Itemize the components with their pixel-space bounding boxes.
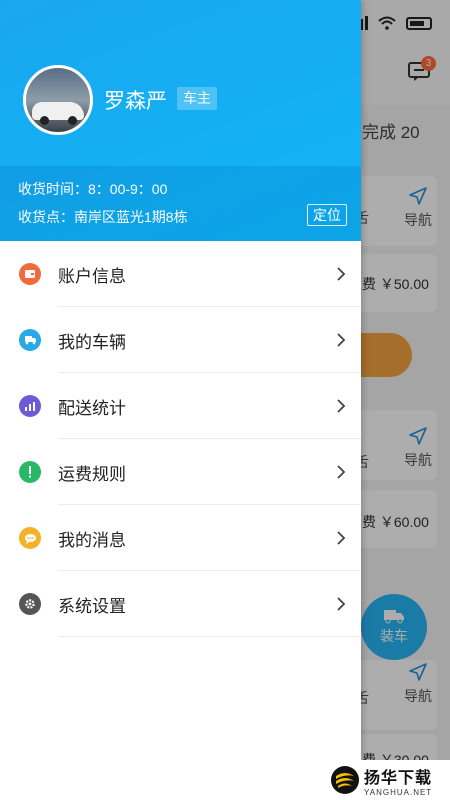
watermark-en: YANGHUA.NET <box>364 787 433 797</box>
locate-button[interactable]: 定位 <box>307 204 347 226</box>
car-photo <box>32 102 84 125</box>
chevron-right-icon <box>337 399 346 413</box>
menu-item-label: 账户信息 <box>58 267 126 286</box>
divider <box>58 636 361 637</box>
watermark-logo: 扬华下载 YANGHUA.NET <box>326 760 450 800</box>
chevron-right-icon <box>337 333 346 347</box>
menu-item-label: 配送统计 <box>58 399 126 418</box>
menu-item-account-info[interactable]: 账户信息 <box>0 241 361 307</box>
exclamation-icon <box>19 461 41 483</box>
chevron-right-icon <box>337 597 346 611</box>
menu-item-system-settings[interactable]: 系统设置 <box>0 571 361 637</box>
drawer-menu: 账户信息 我的车辆 配送统计 运费规则 我的消息 系统设置 <box>0 241 361 637</box>
menu-item-my-messages[interactable]: 我的消息 <box>0 505 361 571</box>
watermark-cn: 扬华下载 <box>364 769 433 787</box>
chevron-right-icon <box>337 267 346 281</box>
chat-bubble-icon <box>19 527 41 549</box>
menu-item-label: 我的车辆 <box>58 333 126 352</box>
chevron-right-icon <box>337 465 346 479</box>
role-badge: 车主 <box>177 87 217 110</box>
menu-item-freight-rules[interactable]: 运费规则 <box>0 439 361 505</box>
receive-time: 收货时间：8：00-9：00 <box>18 181 168 197</box>
menu-item-label: 运费规则 <box>58 465 126 484</box>
watermark-emblem-icon <box>331 766 359 794</box>
bar-chart-icon <box>19 395 41 417</box>
menu-item-label: 我的消息 <box>58 531 126 550</box>
gear-icon <box>19 593 41 615</box>
menu-item-my-vehicles[interactable]: 我的车辆 <box>0 307 361 373</box>
wallet-icon <box>19 263 41 285</box>
truck-icon <box>19 329 41 351</box>
receive-address: 收货点：南岸区蓝光1期8栋 <box>18 209 188 225</box>
chevron-right-icon <box>337 531 346 545</box>
menu-item-delivery-stats[interactable]: 配送统计 <box>0 373 361 439</box>
user-name: 罗森严 <box>104 90 167 113</box>
avatar[interactable] <box>23 65 93 135</box>
menu-item-label: 系统设置 <box>58 597 126 616</box>
navigation-drawer: 罗森严 车主 收货时间：8：00-9：00 收货点：南岸区蓝光1期8栋 定位 账… <box>0 0 361 800</box>
